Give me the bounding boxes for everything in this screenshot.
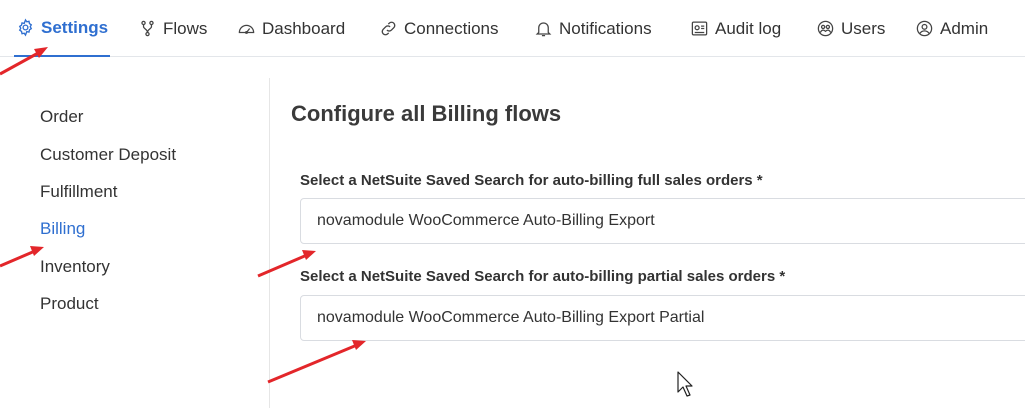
tab-audit-log-label: Audit log: [715, 18, 782, 38]
tab-settings[interactable]: Settings: [14, 0, 111, 57]
sidebar-item-label: Order: [40, 107, 84, 126]
page-title: Configure all Billing flows: [291, 101, 562, 126]
bell-icon: [535, 22, 552, 37]
audit-log-icon: [691, 21, 708, 36]
sidebar-item-customer-deposit[interactable]: Customer Deposit: [40, 145, 176, 165]
sidebar-item-inventory[interactable]: Inventory: [40, 257, 110, 277]
users-icon: [817, 20, 834, 37]
sidebar-item-label: Product: [40, 294, 99, 313]
gear-icon: [18, 18, 33, 37]
sidebar-item-label: Customer Deposit: [40, 145, 177, 164]
sidebar-item-label: Fulfillment: [40, 182, 118, 201]
tab-flows-label: Flows: [163, 18, 208, 38]
user-circle-icon: [916, 20, 933, 37]
sidebar-item-billing[interactable]: Billing: [40, 219, 85, 239]
tab-dashboard[interactable]: Dashboard: [237, 0, 345, 57]
tab-notifications-label: Notifications: [559, 18, 652, 38]
tab-users-label: Users: [841, 18, 886, 38]
tab-connections-label: Connections: [404, 18, 499, 38]
sidebar-item-fulfillment[interactable]: Fulfillment: [40, 182, 117, 202]
flow-branch-icon: [141, 20, 154, 37]
annotation-arrow-partial-field: [267, 340, 366, 384]
tab-admin[interactable]: Admin: [915, 0, 988, 57]
tab-audit-log[interactable]: Audit log: [690, 0, 781, 57]
annotation-arrow-billing: [0, 246, 44, 268]
full-sales-orders-search-select[interactable]: novamodule WooCommerce Auto-Billing Expo…: [300, 198, 1025, 244]
full-sales-orders-search-label: Select a NetSuite Saved Search for auto-…: [300, 172, 763, 189]
tab-users[interactable]: Users: [816, 0, 885, 57]
sidebar-item-label: Billing: [40, 219, 86, 238]
sidebar-item-order[interactable]: Order: [40, 107, 83, 127]
mouse-cursor-icon: [677, 371, 693, 397]
partial-sales-orders-search-value: novamodule WooCommerce Auto-Billing Expo…: [317, 309, 705, 326]
sidebar-divider: [269, 78, 270, 408]
link-icon: [381, 21, 396, 36]
full-sales-orders-search-value: novamodule WooCommerce Auto-Billing Expo…: [317, 212, 655, 229]
gauge-icon: [238, 24, 255, 34]
tab-flows[interactable]: Flows: [138, 0, 207, 57]
sidebar-item-product[interactable]: Product: [40, 294, 99, 314]
tab-dashboard-label: Dashboard: [262, 18, 346, 38]
tab-notifications[interactable]: Notifications: [534, 0, 652, 57]
top-navigation: Settings Flows Dashboard Connections Not…: [0, 0, 1025, 57]
sidebar-item-label: Inventory: [40, 257, 110, 276]
tab-connections[interactable]: Connections: [379, 0, 499, 57]
tab-admin-label: Admin: [940, 18, 989, 38]
tab-settings-label: Settings: [41, 17, 109, 37]
partial-sales-orders-search-select[interactable]: novamodule WooCommerce Auto-Billing Expo…: [300, 295, 1025, 341]
partial-sales-orders-search-label: Select a NetSuite Saved Search for auto-…: [300, 268, 786, 285]
